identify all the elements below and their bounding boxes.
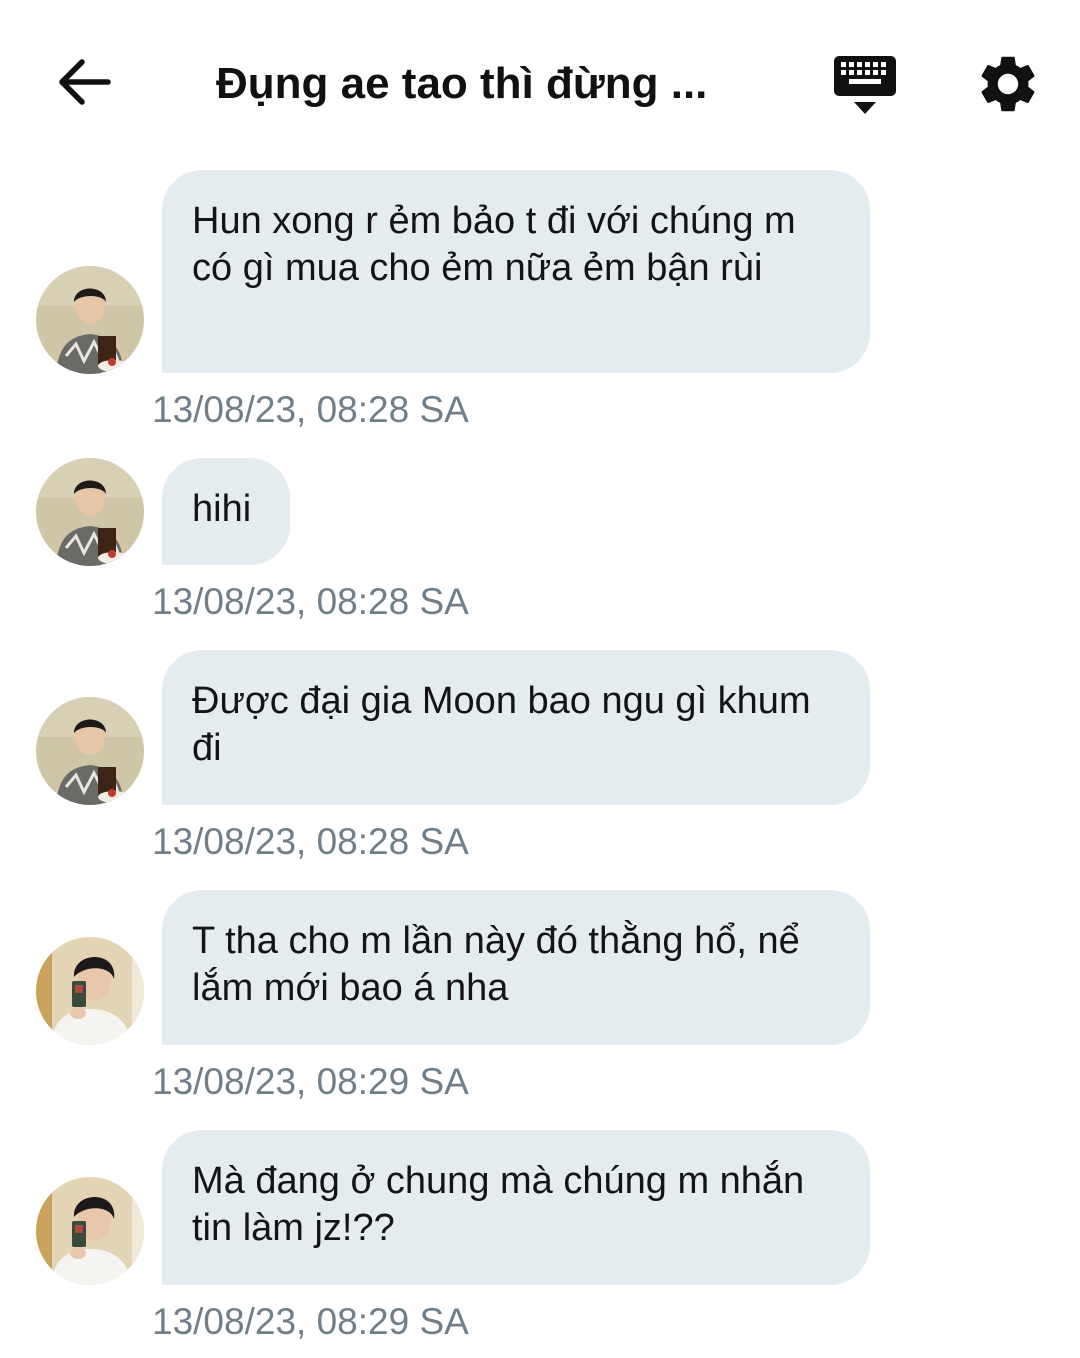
settings-button[interactable]: [974, 50, 1042, 118]
message-bubble[interactable]: hihi: [162, 458, 290, 565]
arrow-left-icon: [59, 59, 111, 105]
message-timestamp: 13/08/23, 08:28 SA: [152, 821, 469, 862]
message-text: hihi: [192, 488, 252, 530]
conversation-title: Đụng ae tao thì đừng ...: [216, 59, 708, 108]
avatar[interactable]: [36, 697, 144, 805]
keyboard-hide-icon: [834, 56, 896, 114]
message-text: Hun xong r ẻm bảo t đi với chúng m có gì…: [192, 200, 796, 289]
message-bubble[interactable]: Mà đang ở chung mà chúng m nhắn tin làm …: [162, 1130, 870, 1285]
message-timestamp: 13/08/23, 08:29 SA: [152, 1301, 469, 1342]
avatar-user-a: [36, 458, 144, 566]
avatar-user-b: [36, 1177, 144, 1285]
back-button[interactable]: [52, 52, 116, 112]
message-bubble[interactable]: T tha cho m lần này đó thằng hổ, nể lắm …: [162, 890, 870, 1045]
message-text: Mà đang ở chung mà chúng m nhắn tin làm …: [192, 1160, 805, 1249]
message-text: Được đại gia Moon bao ngu gì khum đi: [192, 680, 811, 769]
message-timestamp: 13/08/23, 08:28 SA: [152, 389, 469, 430]
avatar[interactable]: [36, 937, 144, 1045]
avatar-user-b: [36, 937, 144, 1045]
message-bubble[interactable]: Hun xong r ẻm bảo t đi với chúng m có gì…: [162, 170, 870, 373]
avatar[interactable]: [36, 458, 144, 566]
message-timestamp: 13/08/23, 08:28 SA: [152, 581, 469, 622]
top-bar: Đụng ae tao thì đừng ...: [0, 0, 1080, 160]
avatar-user-a: [36, 697, 144, 805]
message-bubble[interactable]: Được đại gia Moon bao ngu gì khum đi: [162, 650, 870, 805]
avatar[interactable]: [36, 1177, 144, 1285]
message-timestamp: 13/08/23, 08:29 SA: [152, 1061, 469, 1102]
message-text: T tha cho m lần này đó thằng hổ, nể lắm …: [192, 920, 800, 1009]
avatar[interactable]: [36, 266, 144, 374]
avatar-user-a: [36, 266, 144, 374]
hide-keyboard-button[interactable]: [830, 52, 900, 118]
gear-icon: [981, 56, 1035, 112]
